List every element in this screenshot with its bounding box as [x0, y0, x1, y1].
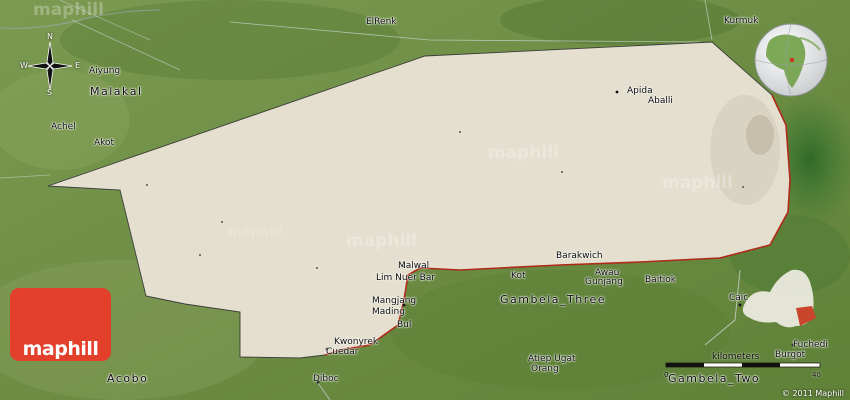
scale-tick: 0 [664, 371, 669, 379]
watermark: maphill [228, 225, 283, 240]
place-label[interactable]: Kot [511, 271, 526, 281]
compass-n: N [47, 32, 53, 41]
satellite-terrain [0, 0, 850, 400]
map[interactable]: maphill maphill maphill maphill maphill … [0, 0, 850, 400]
place-label[interactable]: Cuedar [326, 347, 358, 357]
maphill-logo[interactable]: maphill [10, 288, 111, 361]
place-label[interactable]: Acobo [107, 373, 148, 385]
place-label[interactable]: Orang [531, 364, 559, 374]
compass-s: S [47, 88, 53, 97]
place-label[interactable]: Aballi [648, 96, 673, 106]
place-label[interactable]: ElRenk [366, 17, 397, 27]
locator-globe [754, 23, 828, 97]
logo-text: maphill [22, 338, 99, 360]
place-label[interactable]: Malakal [90, 86, 143, 98]
place-label[interactable]: Achel [51, 122, 76, 132]
place-label[interactable]: Caic [729, 293, 748, 303]
place-label[interactable]: Lim Nuer Bar [376, 273, 435, 283]
place-label[interactable]: Gambela_Two [668, 373, 760, 385]
scale-label: kilometers [712, 352, 760, 362]
scale-tick: 40 [812, 371, 821, 379]
place-label[interactable]: Gunjang [585, 277, 623, 287]
watermark: maphill [488, 143, 559, 163]
scale-bar [665, 362, 821, 368]
place-label[interactable]: Fuchedi [793, 340, 828, 350]
watermark: maphill [662, 173, 733, 193]
place-label[interactable]: Malwal [398, 261, 429, 271]
place-label[interactable]: Bul [397, 320, 411, 330]
place-label[interactable]: Mangjang [372, 296, 416, 306]
place-label[interactable]: Atiep Ugat [528, 354, 575, 364]
place-label[interactable]: Kwonyrek [334, 337, 378, 347]
place-label[interactable]: Gambela_Three [500, 294, 606, 306]
place-label[interactable]: Kurmuk [724, 16, 758, 26]
compass-e: E [75, 61, 81, 70]
compass-w: W [20, 61, 28, 70]
place-label[interactable]: Apida [627, 86, 653, 96]
copyright: © 2011 Maphill [781, 389, 844, 398]
place-label[interactable]: Akot [94, 138, 114, 148]
place-label[interactable]: Baitiok [645, 275, 676, 285]
place-label[interactable]: Aiyung [89, 66, 120, 76]
watermark: maphill [33, 0, 104, 20]
place-label[interactable]: Mading [372, 307, 405, 317]
watermark: maphill [346, 231, 417, 251]
place-label[interactable]: Diboc [313, 374, 339, 384]
place-label[interactable]: Burgot [775, 350, 805, 360]
place-label[interactable]: Barakwich [556, 251, 603, 261]
